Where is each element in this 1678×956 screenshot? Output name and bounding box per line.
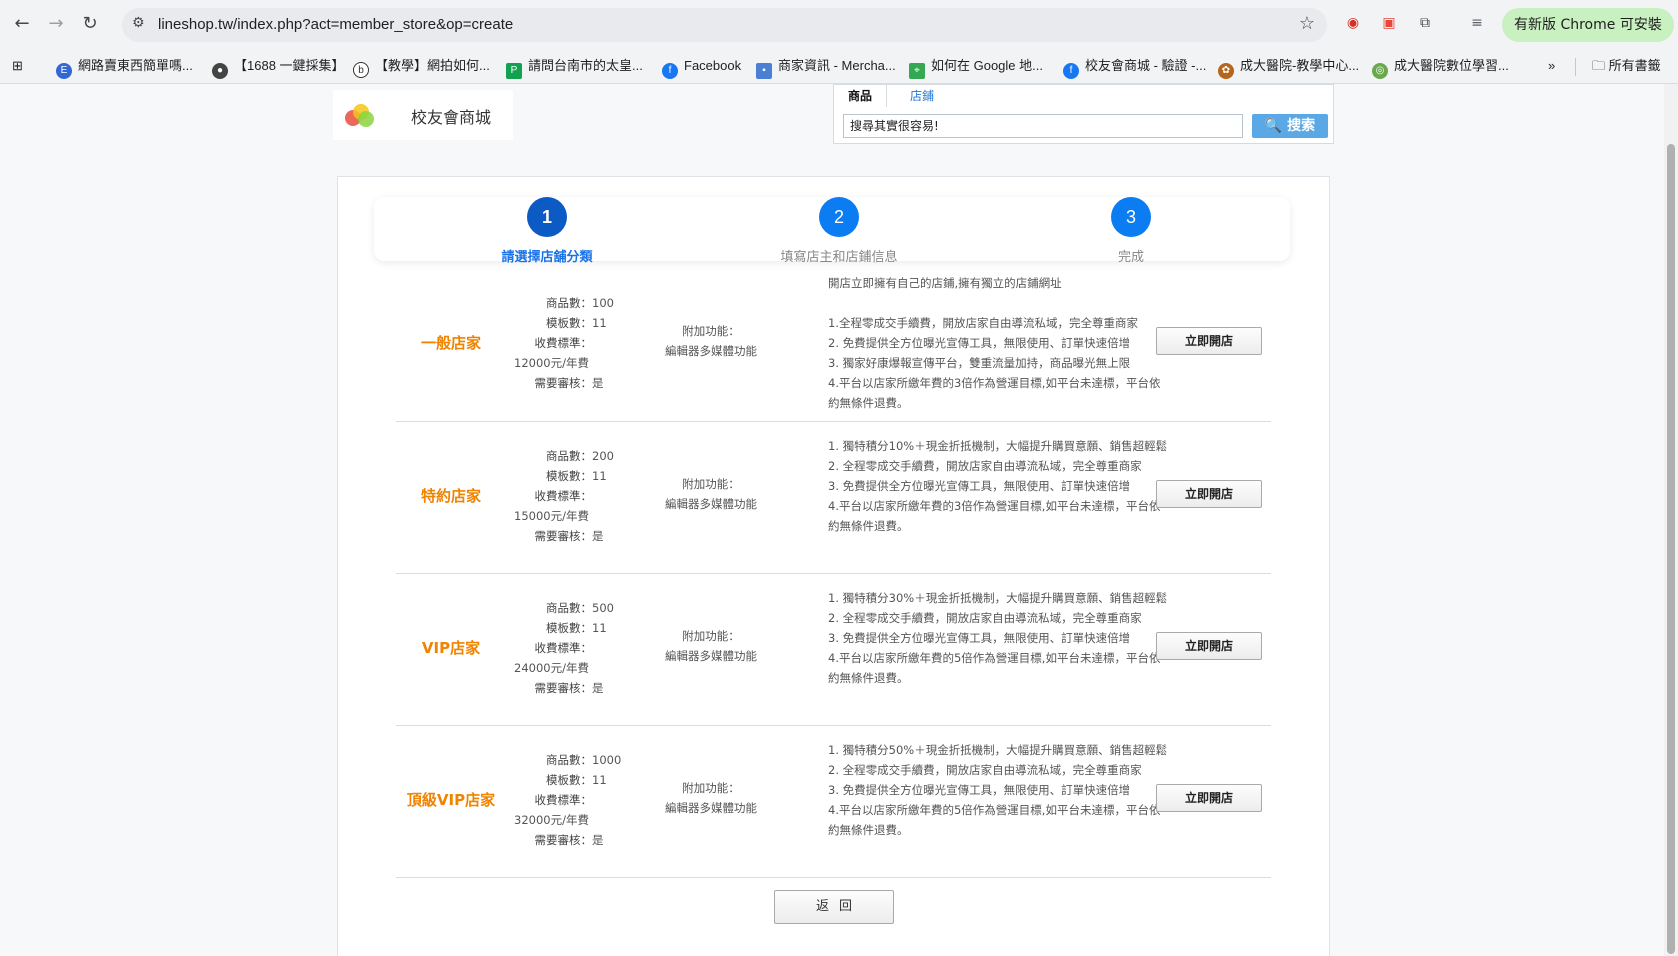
folder-icon: 🗀 [1592,58,1609,73]
plan-row: 特約店家 商品數：200 模板數：11 收費標準： 15000元/年費 需要審核… [396,422,1271,574]
open-store-button[interactable]: 立即開店 [1156,784,1262,812]
search-box: 商品 店鋪 搜尋其實很容易! 🔍 搜索 [833,84,1334,144]
bookmark-item[interactable]: ✿ 成大醫院-教學中心... [1218,56,1359,79]
extension-icon[interactable]: ▣ [1378,12,1400,34]
logo-circles-icon [345,104,375,128]
plan-description: 開店立即擁有自己的店鋪,擁有獨立的店鋪網址 1.全程零成交手續費，開放店家自由導… [828,276,1161,410]
site-settings-icon[interactable]: ⚙ [132,15,145,31]
facebook-icon: f [662,63,678,79]
google-maps-icon: ⌖ [909,63,925,79]
bookmark-item[interactable]: b 【教學】網拍如何... [353,56,490,78]
plan-description: 1. 獨特積分30%＋現金折抵機制，大幅提升購買意願、銷售超輕鬆 2. 全程零成… [828,591,1168,685]
bookmark-star-icon[interactable]: ☆ [1299,13,1315,34]
step-1: 1 請選擇店舖分類 [447,197,647,265]
reload-icon[interactable]: ↻ [76,10,104,38]
globe-icon: ● [212,63,228,79]
step-3: 3 完成 [1031,197,1231,265]
update-label: 有新版 Chrome 可安裝 [1514,17,1662,33]
plan-row: 頂級VIP店家 商品數：1000 模板數：11 收費標準： 32000元/年費 … [396,726,1271,878]
apps-grid-icon[interactable]: ⊞ [12,56,23,76]
bookmark-item[interactable]: P 請問台南市的太皇... [506,56,643,79]
extensions-puzzle-icon[interactable]: ⧉ [1414,12,1436,34]
site-title: 校友會商城 [411,108,492,127]
bookmark-item[interactable]: ● 【1688 一鍵採集】 [212,56,345,79]
bookmark-favicon-icon: ▪ [756,63,772,79]
plan-name: VIP店家 [421,639,481,657]
tab-stores[interactable]: 店鋪 [896,85,948,107]
plan-specs: 商品數：200 模板數：11 收費標準： 15000元/年費 需要審核：是 [514,449,614,543]
bookmark-item[interactable]: E 網路賣東西簡單嗎... [56,56,193,79]
page-scrollbar[interactable] [1664,84,1678,956]
tab-products[interactable]: 商品 [834,85,888,107]
extension-icon[interactable]: ◉ [1342,12,1364,34]
bookmark-item[interactable]: ⌖ 如何在 Google 地... [909,56,1043,79]
plan-description: 1. 獨特積分10%＋現金折抵機制，大幅提升購買意願、銷售超輕鬆 2. 全程零成… [828,439,1168,533]
search-icon: 🔍 [1264,118,1288,134]
bookmark-item[interactable]: f 校友會商城 - 驗證 -... [1063,56,1206,79]
plan-row: 一般店家 商品數：100 模板數：11 收費標準： 12000元/年費 需要審核… [396,269,1271,422]
plan-addon: 附加功能： 編輯器多媒體功能 [665,324,757,358]
open-store-button[interactable]: 立即開店 [1156,327,1262,355]
bookmark-favicon-icon: b [353,62,369,78]
back-button[interactable]: 返回 [774,890,894,924]
plan-specs: 商品數：1000 模板數：11 收費標準： 32000元/年費 需要審核：是 [514,753,622,847]
plan-addon: 附加功能： 編輯器多媒體功能 [665,629,757,663]
url-text[interactable]: lineshop.tw/index.php?act=member_store&o… [158,16,513,33]
bookmark-item[interactable]: ▪ 商家資訊 - Mercha... [756,56,896,79]
more-bookmarks-icon[interactable]: » [1548,56,1555,76]
search-button[interactable]: 🔍 搜索 [1252,114,1328,138]
all-bookmarks-folder[interactable]: 🗀 所有書籤 [1592,56,1661,76]
bookmark-favicon-icon: E [56,63,72,79]
bookmark-item[interactable]: f Facebook [662,56,741,79]
address-bar[interactable]: ⚙ lineshop.tw/index.php?act=member_store… [122,8,1327,42]
step-2: 2 填寫店主和店鋪信息 [739,197,939,265]
page-viewport: 校友會商城 商品 店鋪 搜尋其實很容易! 🔍 搜索 1 請選擇店舖分類 2 填寫… [0,84,1678,956]
open-store-button[interactable]: 立即開店 [1156,632,1262,660]
bookmarks-divider [1575,58,1576,76]
browser-toolbar: ← → ↻ ⚙ lineshop.tw/index.php?act=member… [0,0,1678,48]
scrollbar-thumb[interactable] [1667,144,1675,954]
plan-description: 1. 獨特積分50%＋現金折抵機制，大幅提升購買意願、銷售超輕鬆 2. 全程零成… [828,743,1168,837]
plan-addon: 附加功能： 編輯器多媒體功能 [665,477,757,511]
progress-stepper: 1 請選擇店舖分類 2 填寫店主和店鋪信息 3 完成 [374,197,1290,265]
site-logo[interactable]: 校友會商城 [333,90,513,140]
bookmark-item[interactable]: ◎ 成大醫院數位學習... [1372,56,1509,79]
bookmarks-bar: ⊞ E 網路賣東西簡單嗎... ● 【1688 一鍵採集】 b 【教學】網拍如何...… [0,48,1678,84]
search-input[interactable]: 搜尋其實很容易! [843,114,1243,138]
plan-name: 特約店家 [420,487,481,505]
plan-row: VIP店家 商品數：500 模板數：11 收費標準： 24000元/年費 需要審… [396,574,1271,726]
open-store-button[interactable]: 立即開店 [1156,480,1262,508]
plan-specs: 商品數：100 模板數：11 收費標準： 12000元/年費 需要審核：是 [514,296,614,390]
bookmark-favicon-icon: ◎ [1372,63,1388,79]
more-menu-icon[interactable]: ⋮ [1648,8,1662,42]
plan-specs: 商品數：500 模板數：11 收費標準： 24000元/年費 需要審核：是 [514,601,614,695]
facebook-icon: f [1063,63,1079,79]
chrome-update-button[interactable]: 有新版 Chrome 可安裝 ⋮ [1502,8,1674,42]
plan-addon: 附加功能： 編輯器多媒體功能 [665,781,757,815]
bookmark-favicon-icon: P [506,63,522,79]
tab-search-icon[interactable]: ≡ [1466,12,1488,34]
forward-arrow-icon[interactable]: → [42,10,70,38]
bookmark-favicon-icon: ✿ [1218,63,1234,79]
plan-name: 一般店家 [420,334,481,352]
store-create-panel: 1 請選擇店舖分類 2 填寫店主和店鋪信息 3 完成 一般店家 商品數：100 … [337,176,1330,956]
plan-name: 頂級VIP店家 [406,791,496,809]
back-arrow-icon[interactable]: ← [8,10,36,38]
